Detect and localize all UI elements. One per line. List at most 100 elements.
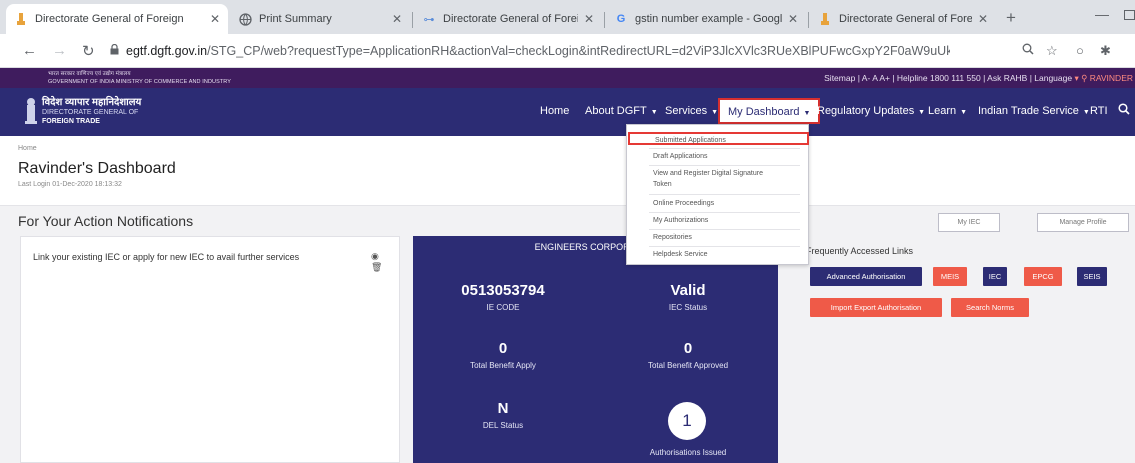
iec-status-stat: Valid IEC Status [598,282,778,312]
nav-home[interactable]: Home [540,105,569,117]
nav-learn[interactable]: Learn ▼ [928,105,967,117]
tab-separator [412,12,413,28]
dropdown-divider [649,148,800,149]
manage-profile-button[interactable]: Manage Profile [1037,213,1129,232]
back-icon[interactable]: ← [22,42,37,59]
tab-title: Print Summary [259,13,332,25]
browser-tab-print-summary[interactable]: Print Summary ✕ [230,4,410,34]
dropdown-helpdesk-service[interactable]: Helpdesk Service [627,250,808,259]
browser-tab-google[interactable]: G gstin number example - Googl ✕ [606,4,806,34]
extension-circle-icon[interactable]: ○ [1076,43,1084,58]
dropdown-divider [649,229,800,230]
nav-rti[interactable]: RTI [1090,105,1108,117]
tab-close-icon[interactable]: ✕ [978,12,988,26]
maximize-icon[interactable] [1124,10,1135,20]
my-dashboard-dropdown: Submitted Applications Draft Application… [626,124,809,265]
extensions-puzzle-icon[interactable]: ✱ [1100,43,1111,59]
chevron-down-icon: ▼ [709,109,719,116]
reload-icon[interactable]: ↻ [82,42,95,60]
dropdown-view-register-dsc-token[interactable]: Token [627,180,808,189]
chevron-down-icon: ▼ [801,110,811,117]
ie-code-stat: 0513053794 IE CODE [413,282,593,312]
utility-links: Sitemap | A- A A+ | Helpline 1800 111 55… [824,73,1133,83]
browser-tabstrip: Directorate General of Foreign ✕ Print S… [0,0,1135,34]
import-export-authorisation-button[interactable]: Import Export Authorisation [810,298,942,317]
font-normal-button[interactable]: A [872,73,877,83]
dgft-logo[interactable]: विदेश व्यापार महानिदेशालय DIRECTORATE GE… [42,97,141,126]
meis-button[interactable]: MEIS [933,267,967,286]
nav-services[interactable]: Services ▼ [665,105,718,117]
sitemap-link[interactable]: Sitemap [824,73,855,83]
chevron-down-icon: ▼ [648,109,658,116]
view-delete-icons[interactable]: ◉ 🗑 [371,251,399,273]
advanced-authorisation-button[interactable]: Advanced Authorisation [810,267,922,286]
user-menu[interactable]: RAVINDER [1090,73,1133,83]
user-icon: ▾ ⚲ [1074,73,1088,83]
del-status-value: N [497,400,509,417]
helpline-text: Helpline 1800 111 550 [896,73,981,83]
section-title: For Your Action Notifications [18,213,194,229]
url-path: /STG_CP/web?requestType=ApplicationRH&ac… [207,44,950,58]
action-notifications-bar: For Your Action Notifications My IEC Man… [0,205,1135,235]
links-title: Frequently Accessed Links [806,246,914,256]
bookmark-star-icon[interactable]: ☆ [1046,43,1058,59]
font-small-button[interactable]: A- [862,73,871,83]
tab-close-icon[interactable]: ✕ [210,12,220,26]
zoom-icon[interactable] [1022,43,1034,58]
iec-button[interactable]: IEC [983,267,1007,286]
authorisations-count-circle[interactable]: 1 [668,402,706,440]
seis-button[interactable]: SEIS [1077,267,1107,286]
dropdown-view-register-dsc[interactable]: View and Register Digital Signature [627,169,808,178]
dropdown-divider [649,165,800,166]
nav-my-dashboard[interactable]: My Dashboard ▼ [718,98,821,124]
font-large-button[interactable]: A+ [879,73,890,83]
tab-close-icon[interactable]: ✕ [788,12,798,26]
forward-icon[interactable]: → [52,42,67,59]
notification-text: Link your existing IEC or apply for new … [33,252,300,262]
browser-tab-dgft[interactable]: Directorate General of Foreign ✕ [6,4,228,34]
iec-status-value: Valid [670,282,706,299]
browser-tab-dgft-2[interactable]: ⊶ Directorate General of Foreign ✕ [414,4,602,34]
address-bar[interactable]: egtf.dgft.gov.in/STG_CP/web?requestType=… [110,39,950,63]
tab-title: Directorate General of Foreign [839,13,972,25]
authorisations-issued-label: Authorisations Issued [649,448,727,457]
total-apply-stat: 0 Total Benefit Apply [413,340,593,370]
breadcrumb[interactable]: Home [18,145,37,152]
del-status-label: DEL Status [482,421,524,430]
page-title: Ravinder's Dashboard [18,160,176,177]
iec-summary-card: ENGINEERS CORPORATION 0513053794 IE CODE… [413,236,778,463]
ministry-text: भारत सरकार वाणिज्य एवं उद्योग मंत्रालय G… [48,71,232,85]
ie-code-value: 0513053794 [461,282,545,299]
total-apply-label: Total Benefit Apply [470,361,536,370]
search-icon[interactable] [1118,103,1130,115]
dropdown-online-proceedings[interactable]: Online Proceedings [627,199,808,208]
my-iec-button[interactable]: My IEC [938,213,1000,232]
tab-separator [604,12,605,28]
browser-toolbar: ← → ↻ egtf.dgft.gov.in/STG_CP/web?reques… [0,34,1135,68]
nav-about-dgft[interactable]: About DGFT ▼ [585,105,658,117]
dropdown-submitted-applications[interactable]: Submitted Applications [628,132,809,145]
ask-rahb-link[interactable]: Ask RAHB [987,73,1027,83]
total-apply-value: 0 [498,340,508,357]
search-norms-button[interactable]: Search Norms [951,298,1029,317]
nav-regulatory-updates[interactable]: Regulatory Updates ▼ [817,105,925,117]
dropdown-repositories[interactable]: Repositories [627,233,808,242]
language-selector[interactable]: Language [1034,73,1072,83]
authorisations-issued-stat: Authorisations Issued [598,444,778,457]
link-favicon-icon: ⊶ [423,13,435,26]
main-navigation: विदेश व्यापार महानिदेशालय DIRECTORATE GE… [0,88,1135,136]
chevron-down-icon: ▼ [916,109,926,116]
notification-card: Link your existing IEC or apply for new … [20,236,400,463]
nav-indian-trade-service[interactable]: Indian Trade Service ▼ [978,105,1090,117]
new-tab-button[interactable]: + [1006,8,1016,28]
total-approved-stat: 0 Total Benefit Approved [598,340,778,370]
dropdown-draft-applications[interactable]: Draft Applications [627,152,808,161]
epcg-button[interactable]: EPCG [1024,267,1062,286]
tab-close-icon[interactable]: ✕ [584,12,594,26]
browser-tab-dgft-3[interactable]: Directorate General of Foreign ✕ [810,4,996,34]
tab-close-icon[interactable]: ✕ [392,12,402,26]
ie-code-label: IE CODE [486,303,520,312]
minimize-icon[interactable]: — [1095,6,1109,22]
dropdown-my-authorizations[interactable]: My Authorizations [627,216,808,225]
total-approved-value: 0 [683,340,693,357]
